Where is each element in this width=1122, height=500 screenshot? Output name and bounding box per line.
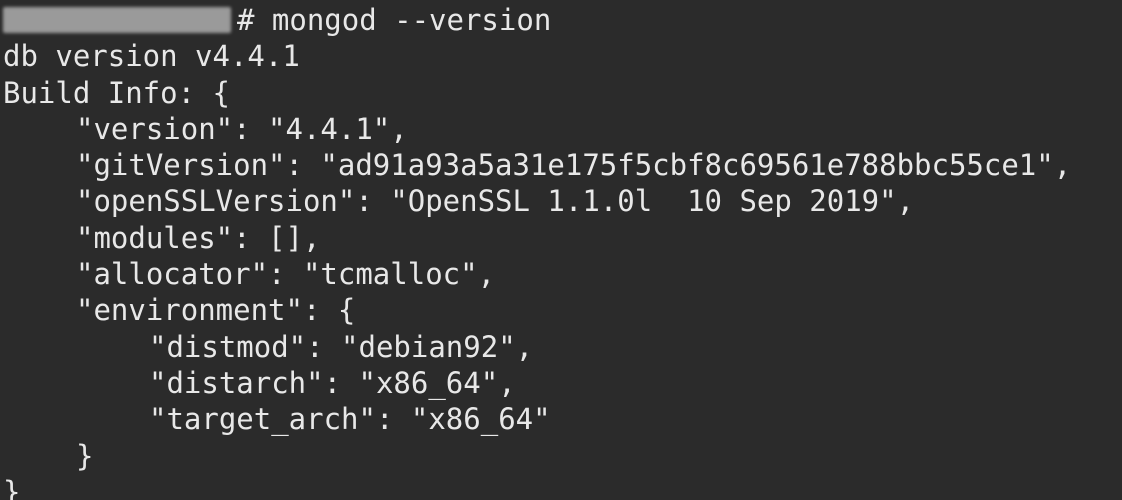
output-line: "openSSLVersion": "OpenSSL 1.1.0l 10 Sep… [76, 184, 915, 219]
command-text: mongod --version [271, 3, 552, 38]
output-line: "version": "4.4.1", [76, 111, 408, 146]
output-line: Build Info: { [3, 75, 230, 110]
prompt-line: # mongod --version [3, 2, 1122, 38]
output-line: "modules": [], [76, 220, 321, 255]
output-line: "distarch": "x86_64", [149, 365, 516, 400]
output-line: db version v4.4.1 [3, 39, 300, 74]
output-line: "gitVersion": "ad91a93a5a31e175f5cbf8c69… [76, 148, 1072, 183]
output-line: } [3, 474, 21, 500]
command-output: db version v4.4.1 Build Info: {"version":… [3, 38, 1122, 500]
output-line: "environment": { [76, 293, 356, 328]
redacted-hostname [3, 7, 231, 34]
terminal-window[interactable]: # mongod --version db version v4.4.1 Buil… [0, 0, 1122, 500]
output-line: } [76, 438, 94, 473]
output-line: "target_arch": "x86_64" [149, 402, 551, 437]
output-line: "distmod": "debian92", [149, 329, 534, 364]
output-line: "allocator": "tcmalloc", [76, 257, 496, 292]
prompt-symbol: # [237, 3, 272, 38]
